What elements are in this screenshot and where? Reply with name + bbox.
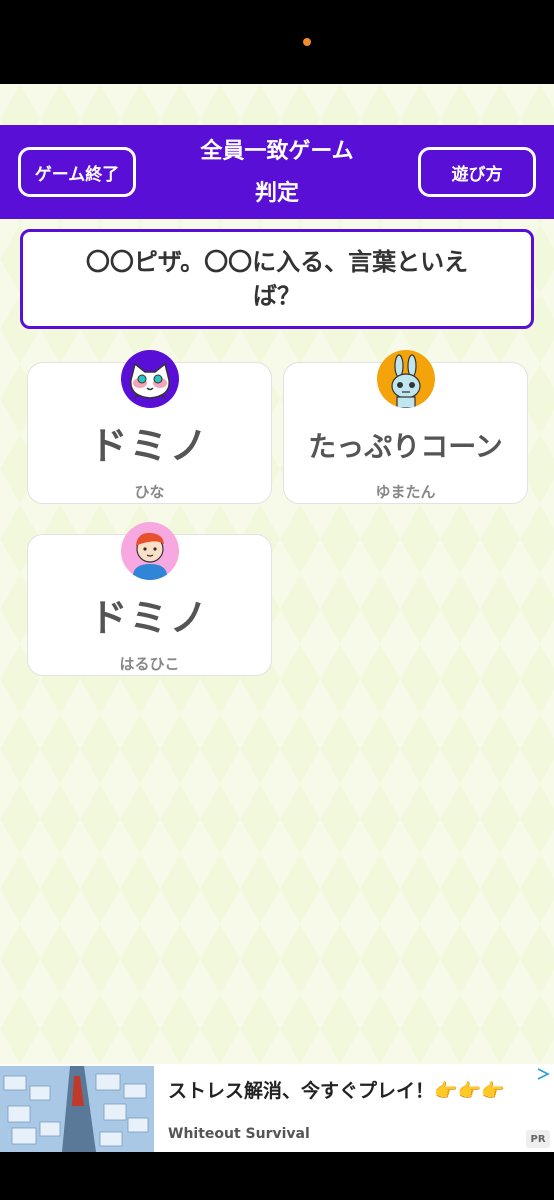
player-name: はるひこ: [119, 655, 180, 673]
ad-banner[interactable]: ストレス解消、今すぐプレイ！👉👉👉 Whiteout Survival PR: [0, 1064, 554, 1152]
end-game-button[interactable]: ゲーム終了: [18, 147, 136, 197]
ad-image[interactable]: [0, 1066, 154, 1152]
answer-text: ドミノ: [89, 424, 210, 468]
status-bar: [0, 0, 554, 84]
system-nav-bar: [0, 1152, 554, 1200]
title-line-2: 判定: [254, 181, 299, 206]
boy-avatar-icon: [121, 522, 179, 580]
how-to-play-button[interactable]: 遊び方: [418, 147, 536, 197]
answer-text: ドミノ: [89, 596, 210, 640]
blue-rabbit-avatar-icon: [377, 350, 435, 408]
player-name: ひな: [134, 483, 165, 501]
player-name: ゆまたん: [375, 483, 436, 501]
ad-info-icon[interactable]: [536, 1066, 550, 1080]
page-title: 全員一致ゲーム 判定: [160, 131, 394, 215]
question-text: 〇〇ピザ。〇〇に入る、言葉といえば？: [85, 248, 469, 310]
ad-pr-badge: PR: [526, 1130, 550, 1148]
question-box: 〇〇ピザ。〇〇に入る、言葉といえば？: [20, 229, 534, 329]
white-cat-avatar-icon: [121, 350, 179, 408]
answer-text: たっぷりコーン: [308, 430, 503, 463]
ad-advertiser[interactable]: Whiteout Survival: [168, 1126, 310, 1142]
ad-title[interactable]: ストレス解消、今すぐプレイ！👉👉👉: [168, 1076, 505, 1103]
title-line-1: 全員一致ゲーム: [200, 139, 354, 164]
notification-dot: [303, 38, 311, 46]
header-bar: ゲーム終了 全員一致ゲーム 判定 遊び方: [0, 125, 554, 219]
